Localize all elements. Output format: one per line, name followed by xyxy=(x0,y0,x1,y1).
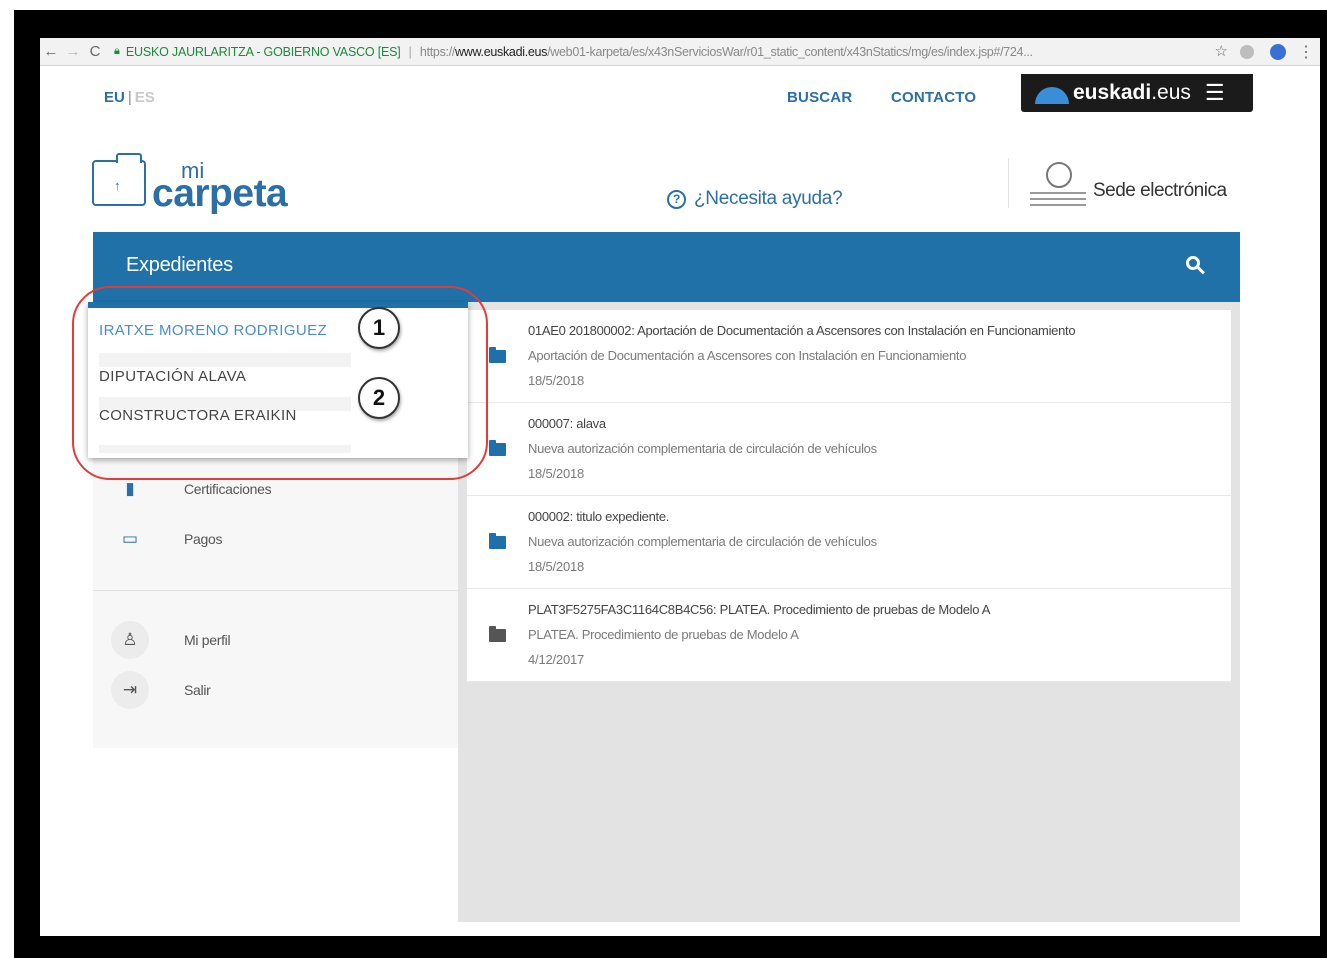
lang-eu-link[interactable]: EU xyxy=(104,89,125,106)
expediente-date: 18/5/2018 xyxy=(528,466,585,481)
forward-icon[interactable]: → xyxy=(62,43,84,60)
expediente-subtitle: PLATEA. Procedimiento de pruebas de Mode… xyxy=(528,627,799,642)
government-seal-icon xyxy=(1030,162,1086,208)
expediente-title: 000002: titulo expediente. xyxy=(528,509,670,524)
expediente-title: 01AE0 201800002: Aportación de Documenta… xyxy=(528,323,1076,338)
sidebar-item-pagos[interactable]: ▭ Pagos xyxy=(93,519,458,559)
site-identity: EUSKO JAURLARITZA - GOBIERNO VASCO [ES] xyxy=(125,44,401,59)
expediente-subtitle: Nueva autorización complementaria de cir… xyxy=(528,441,877,456)
search-icon[interactable] xyxy=(1186,256,1206,276)
expediente-date: 18/5/2018 xyxy=(528,559,585,574)
expediente-date: 18/5/2018 xyxy=(528,373,585,388)
extension-shield-icon[interactable] xyxy=(1270,44,1286,60)
hamburger-menu-icon[interactable]: ☰ xyxy=(1205,80,1225,106)
euskadi-logo-icon xyxy=(1035,86,1069,104)
logout-icon: ⇥ xyxy=(111,671,149,709)
expediente-date: 4/12/2017 xyxy=(528,652,585,667)
list-item[interactable]: 01AE0 201800002: Aportación de Documenta… xyxy=(467,310,1231,403)
help-circle-icon: ? xyxy=(667,189,686,209)
list-item[interactable]: 000002: titulo expediente. Nueva autoriz… xyxy=(467,496,1231,589)
euskadi-portal-button[interactable]: euskadi .eus ☰ xyxy=(1021,74,1253,112)
sidebar-item-label: Certificaciones xyxy=(184,481,272,497)
credit-card-icon: ▭ xyxy=(121,529,139,548)
sidebar-item-salir[interactable]: ⇥ Salir xyxy=(93,670,458,710)
reload-icon[interactable]: C xyxy=(84,43,106,60)
folder-icon xyxy=(489,533,506,549)
section-title: Expedientes xyxy=(126,254,233,276)
user-icon: ♙ xyxy=(111,621,149,659)
browser-toolbar: ← → C 🔒︎ EUSKO JAURLARITZA - GOBIERNO VA… xyxy=(40,38,1320,66)
folder-icon xyxy=(489,626,506,642)
sede-electronica-link[interactable]: Sede electrónica xyxy=(1093,180,1227,202)
expediente-subtitle: Nueva autorización complementaria de cir… xyxy=(528,534,877,549)
help-label: ¿Necesita ayuda? xyxy=(694,188,843,209)
lang-es-link[interactable]: ES xyxy=(135,89,155,106)
folder-logo-icon: ↑ xyxy=(92,153,146,206)
folder-icon xyxy=(489,347,506,363)
bookmark-star-icon[interactable]: ☆ xyxy=(1215,42,1228,60)
sidebar-item-label: Salir xyxy=(184,682,211,698)
buscar-link[interactable]: BUSCAR xyxy=(787,89,852,106)
extension-icon[interactable] xyxy=(1240,45,1254,59)
expediente-title: PLAT3F5275FA3C1164C8B4C56: PLATEA. Proce… xyxy=(528,602,991,617)
address-bar[interactable]: https://www.euskadi.eus/web01-karpeta/es… xyxy=(420,45,1033,59)
sidebar-item-mi-perfil[interactable]: ♙ Mi perfil xyxy=(93,620,458,660)
annotation-badge: 2 xyxy=(358,377,400,419)
list-item[interactable]: 000007: alava Nueva autorización complem… xyxy=(467,403,1231,496)
logo-carpeta-text: carpeta xyxy=(152,172,288,215)
expedientes-list: 01AE0 201800002: Aportación de Documenta… xyxy=(467,310,1231,682)
contacto-link[interactable]: CONTACTO xyxy=(891,89,976,106)
lock-icon: 🔒︎ xyxy=(114,45,120,57)
back-icon[interactable]: ← xyxy=(40,43,62,60)
sidebar-item-label: Mi perfil xyxy=(184,632,231,648)
language-switcher: EU | ES xyxy=(104,89,155,106)
sidebar-item-label: Pagos xyxy=(184,531,223,547)
help-link[interactable]: ? ¿Necesita ayuda? xyxy=(667,188,843,210)
expediente-title: 000007: alava xyxy=(528,416,606,431)
browser-menu-icon[interactable]: ⋮ xyxy=(1298,42,1314,62)
folder-icon xyxy=(489,440,506,456)
annotation-highlight xyxy=(72,286,488,480)
list-item[interactable]: PLAT3F5275FA3C1164C8B4C56: PLATEA. Proce… xyxy=(467,589,1231,682)
browser-window: ← → C 🔒︎ EUSKO JAURLARITZA - GOBIERNO VA… xyxy=(40,38,1320,936)
expediente-subtitle: Aportación de Documentación a Ascensores… xyxy=(528,348,967,363)
annotation-badge: 1 xyxy=(358,307,400,349)
